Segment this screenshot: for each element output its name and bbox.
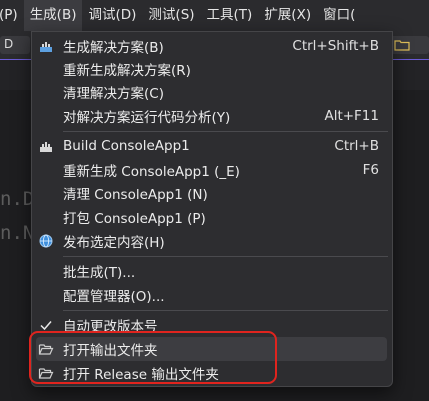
menu-item-label: 对解决方案运行代码分析(Y): [63, 110, 231, 126]
menu-item-build-solution[interactable]: 生成解决方案(B) Ctrl+Shift+B: [36, 34, 387, 58]
menu-bar: (P) 生成(B) 调试(D) 测试(S) 工具(T) 扩展(X) 窗口(: [0, 0, 429, 31]
menu-item-pack-project[interactable]: 打包 ConsoleApp1 (P): [36, 205, 387, 229]
menu-item-label: 清理解决方案(C): [63, 86, 164, 102]
menu-item-shortcut: Ctrl+Shift+B: [292, 38, 379, 54]
menu-item-label: 打包 ConsoleApp1 (P): [63, 211, 206, 227]
menu-item-clean-solution[interactable]: 清理解决方案(C): [36, 80, 387, 104]
folder-icon: [394, 40, 410, 51]
menu-item-label: 生成解决方案(B): [63, 40, 164, 56]
build-solution-icon: [38, 38, 54, 54]
menu-item-label: Build ConsoleApp1: [63, 138, 190, 154]
menu-item-rebuild-solution[interactable]: 重新生成解决方案(R): [36, 57, 387, 81]
toolbar-folder-button[interactable]: [390, 36, 429, 54]
menu-item-label: 发布选定内容(H): [63, 235, 165, 251]
menu-item-rebuild-project[interactable]: 重新生成 ConsoleApp1 (_E) F6: [36, 158, 387, 182]
menu-item-label: 批生成(T)...: [63, 265, 136, 281]
menu-item-shortcut: Ctrl+B: [334, 138, 379, 154]
menu-item-run-code-analysis[interactable]: 对解决方案运行代码分析(Y) Alt+F11: [36, 104, 387, 128]
build-project-icon: [38, 138, 54, 154]
menu-separator: [63, 131, 388, 132]
menu-item-shortcut: F6: [362, 162, 379, 178]
menu-tools[interactable]: 工具(T): [201, 0, 259, 31]
menu-item-clean-project[interactable]: 清理 ConsoleApp1 (N): [36, 181, 387, 205]
annotation-highlight-box: [29, 331, 277, 384]
menu-item-label: 重新生成 ConsoleApp1 (_E): [63, 164, 240, 180]
code-fragment: n.N: [0, 222, 35, 244]
menu-extensions[interactable]: 扩展(X): [258, 0, 317, 31]
menu-item-build-project[interactable]: Build ConsoleApp1 Ctrl+B: [36, 134, 387, 158]
menu-item-configuration-manager[interactable]: 配置管理器(O)...: [36, 283, 387, 307]
menu-window[interactable]: 窗口(: [317, 0, 361, 31]
configuration-dropdown[interactable]: D: [0, 36, 30, 54]
menu-item-label: 配置管理器(O)...: [63, 289, 165, 305]
menu-item-publish-selection[interactable]: 发布选定内容(H): [36, 229, 387, 253]
menu-separator: [63, 310, 388, 311]
menu-item-label: 清理 ConsoleApp1 (N): [63, 187, 208, 203]
menu-build[interactable]: 生成(B): [23, 0, 83, 31]
menu-debug[interactable]: 调试(D): [82, 0, 142, 31]
publish-globe-icon: [38, 233, 54, 249]
menu-test[interactable]: 测试(S): [142, 0, 200, 31]
configuration-label: D: [4, 37, 14, 51]
menu-project[interactable]: (P): [0, 0, 24, 31]
menu-separator: [63, 256, 388, 257]
code-fragment: n.D: [0, 188, 35, 210]
menu-item-shortcut: Alt+F11: [324, 108, 379, 124]
menu-item-batch-build[interactable]: 批生成(T)...: [36, 259, 387, 283]
menu-item-label: 重新生成解决方案(R): [63, 63, 191, 79]
